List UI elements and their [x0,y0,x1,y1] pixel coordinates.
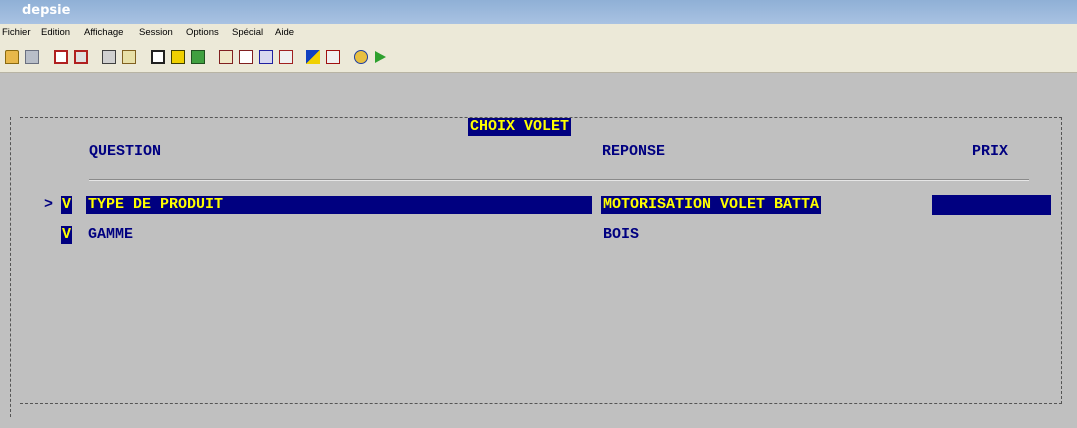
export-icon[interactable] [190,49,206,65]
row-flag[interactable]: V [61,226,73,244]
screen-frame [20,117,1062,404]
menu-edition[interactable]: Edition [41,27,70,38]
question-cell[interactable]: TYPE DE PRODUIT [86,196,592,214]
menu-aide[interactable]: Aide [275,27,294,38]
menu-special[interactable]: Spécial [232,27,263,38]
connect-icon[interactable] [353,49,369,65]
run-icon[interactable] [372,49,388,65]
save-icon[interactable] [24,49,40,65]
menu-session[interactable]: Session [139,27,173,38]
title-bar: depsie [0,0,1077,24]
paste-icon[interactable] [73,49,89,65]
question-cell[interactable]: GAMME [88,226,133,244]
help-pointer-icon[interactable] [305,49,321,65]
font-icon[interactable] [258,49,274,65]
info-icon[interactable] [170,49,186,65]
row-cursor: > [44,196,54,213]
menu-options[interactable]: Options [186,27,219,38]
form-icon[interactable] [218,49,234,65]
screen-title: CHOIX VOLET [468,118,572,136]
window-title: depsie [22,3,71,18]
window-icon[interactable] [150,49,166,65]
column-header-question: QUESTION [89,143,162,160]
menu-fichier[interactable]: Fichier [2,27,31,38]
header-divider [89,179,1029,181]
copy-icon[interactable] [53,49,69,65]
answer-cell[interactable]: BOIS [603,226,639,244]
print-preview-icon[interactable] [121,49,137,65]
price-cell[interactable] [932,195,1051,215]
menu-affichage[interactable]: Affichage [84,27,123,38]
menu-bar: Fichier Edition Affichage Session Option… [0,24,1077,43]
column-header-reponse: REPONSE [602,143,666,160]
toolbar [0,42,1077,73]
column-header-prix: PRIX [972,143,1009,160]
grid-icon[interactable] [238,49,254,65]
panel-left-border [10,117,12,417]
open-folder-icon[interactable] [4,49,20,65]
row-flag[interactable]: V [61,196,73,214]
print-icon[interactable] [101,49,117,65]
answer-cell[interactable]: MOTORISATION VOLET BATTA [601,196,822,214]
keyboard-icon[interactable] [278,49,294,65]
dos-icon[interactable] [325,49,341,65]
